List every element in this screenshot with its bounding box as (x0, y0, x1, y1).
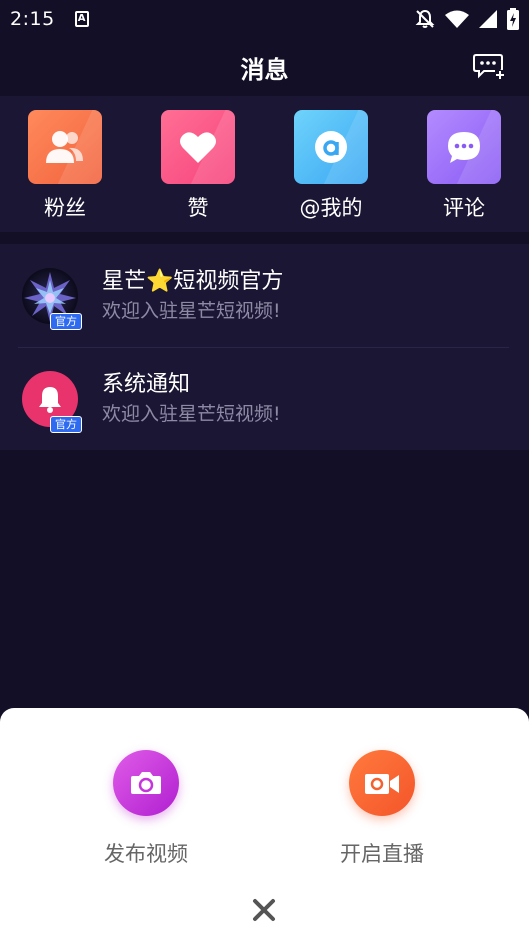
quick-action-label: 粉丝 (44, 196, 86, 220)
quick-action-comment[interactable]: 评论 (427, 110, 501, 232)
new-message-icon[interactable] (473, 52, 505, 80)
list-item[interactable]: 官方 系统通知 欢迎入驻星芒短视频! (0, 347, 529, 450)
page-title: 消息 (240, 55, 289, 84)
list-item[interactable]: 官方 星芒⭐短视频官方 欢迎入驻星芒短视频! (0, 244, 529, 347)
heart-icon (180, 132, 216, 163)
close-icon[interactable] (252, 898, 276, 922)
fans-icon (46, 131, 83, 163)
message-title: 星芒⭐短视频官方 (102, 268, 284, 294)
official-badge: 官方 (50, 415, 82, 433)
avatar: 官方 (22, 267, 82, 330)
at-icon (315, 131, 347, 163)
create-bottom-sheet: 发布视频 开启直播 (0, 708, 529, 945)
header: 消息 (0, 38, 529, 96)
quick-action-label: @我的 (299, 196, 363, 220)
battery-charging-icon (507, 8, 519, 30)
message-preview: 欢迎入驻星芒短视频! (102, 299, 281, 322)
message-text: 系统通知 欢迎入驻星芒短视频! (102, 371, 281, 427)
official-badge: 官方 (50, 312, 82, 330)
video-camera-icon (365, 774, 399, 794)
comment-tile[interactable] (427, 110, 501, 184)
publish-video-button[interactable]: 发布视频 (76, 750, 216, 868)
quick-action-label: 评论 (443, 196, 485, 220)
camera-icon (131, 772, 161, 794)
quick-action-label: 赞 (187, 196, 209, 220)
likes-tile[interactable] (161, 110, 235, 184)
signal-icon (479, 10, 497, 28)
status-icons (415, 8, 519, 30)
notifications-off-icon (415, 9, 435, 28)
start-live-label: 开启直播 (340, 842, 424, 866)
status-time: 2:15 (10, 8, 55, 30)
avatar: 官方 (22, 370, 82, 433)
quick-action-at[interactable]: @我的 (294, 110, 368, 232)
message-text: 星芒⭐短视频官方 欢迎入驻星芒短视频! (102, 268, 283, 324)
quick-action-likes[interactable]: 赞 (161, 110, 235, 232)
start-live-circle[interactable] (349, 750, 415, 816)
comment-icon (448, 132, 480, 163)
a-notification-icon: A (74, 11, 89, 27)
publish-video-circle[interactable] (113, 750, 179, 816)
message-list: 官方 星芒⭐短视频官方 欢迎入驻星芒短视频! 官方 系统通知 欢迎入驻星芒短视频… (0, 244, 529, 450)
wifi-icon (445, 10, 469, 28)
bell-icon (39, 386, 61, 413)
publish-video-label: 发布视频 (104, 842, 188, 866)
quick-actions: 粉丝 赞 @我的 评论 (0, 96, 529, 232)
message-preview: 欢迎入驻星芒短视频! (102, 402, 281, 425)
fans-tile[interactable] (28, 110, 102, 184)
quick-action-fans[interactable]: 粉丝 (28, 110, 102, 232)
at-tile[interactable] (294, 110, 368, 184)
start-live-button[interactable]: 开启直播 (312, 750, 452, 868)
message-title: 系统通知 (102, 371, 191, 397)
status-bar: 2:15 A (0, 0, 529, 38)
